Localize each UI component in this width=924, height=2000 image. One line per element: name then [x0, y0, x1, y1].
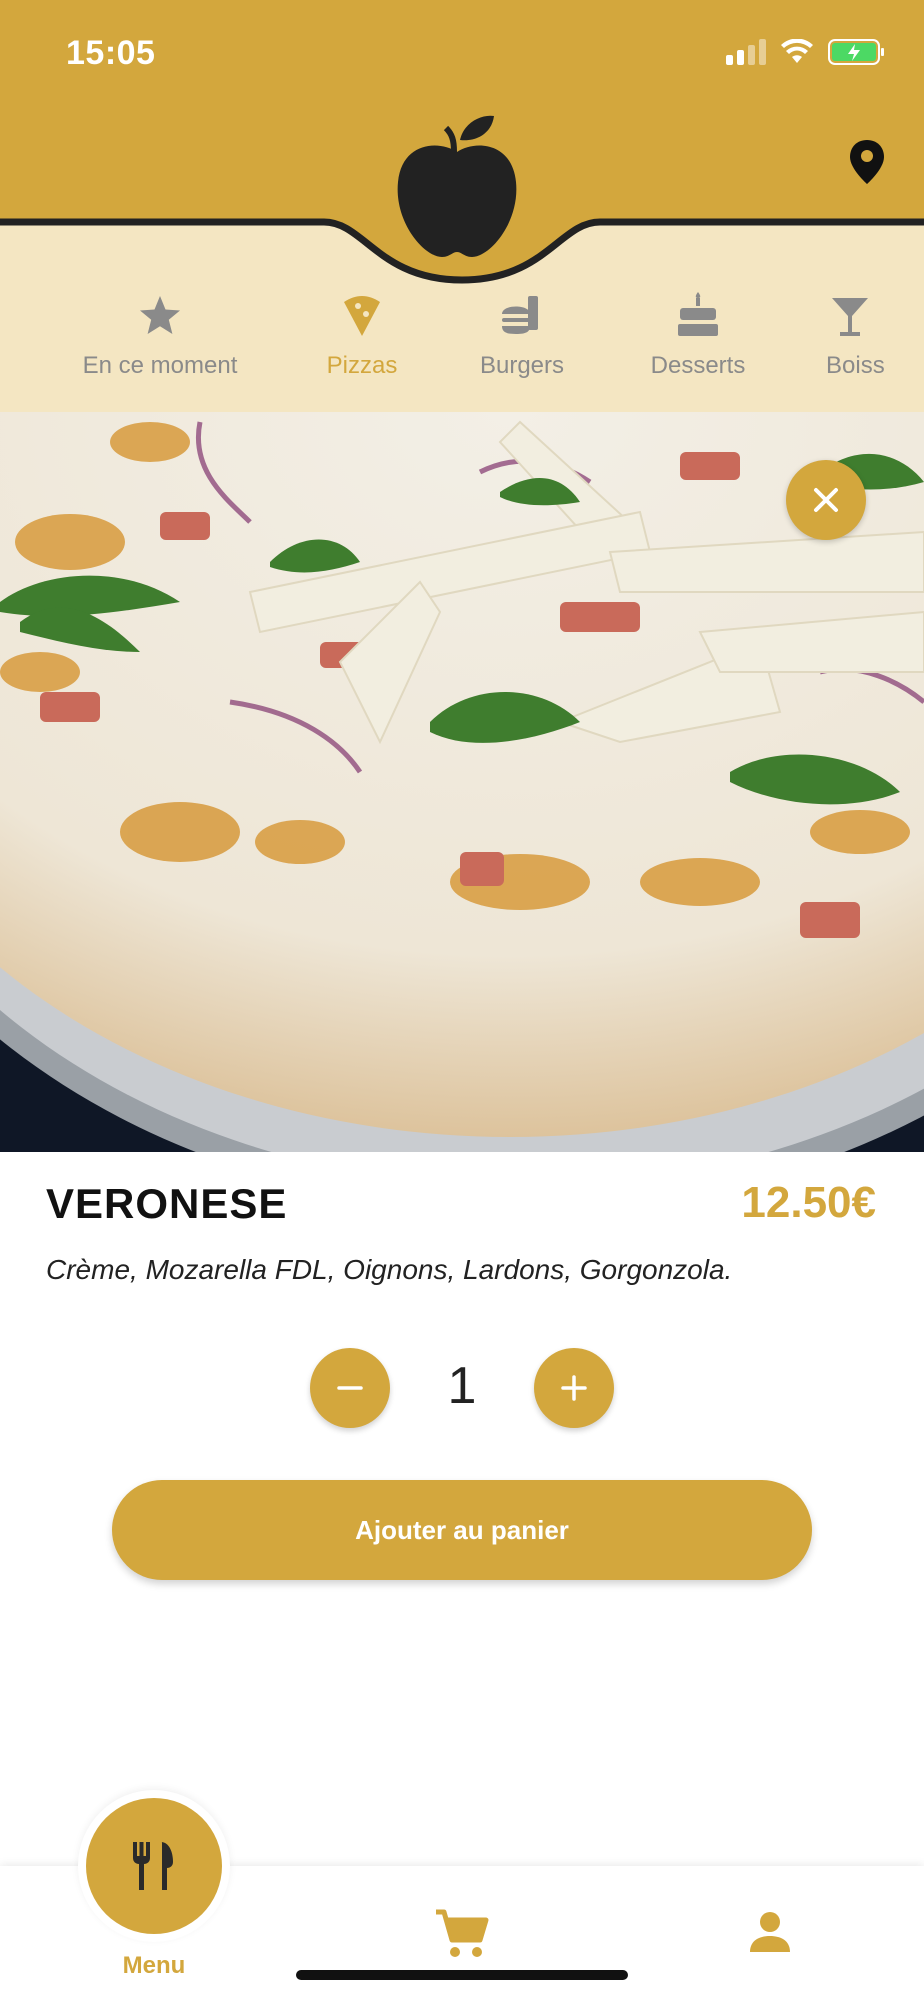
increase-quantity-button[interactable]: [534, 1348, 614, 1428]
wifi-icon: [781, 39, 813, 63]
tab-desserts[interactable]: Desserts: [598, 292, 798, 380]
cutlery-icon: [133, 1842, 173, 1890]
tab-label: Boiss: [826, 352, 885, 379]
burger-icon: [502, 296, 538, 334]
plus-icon: [561, 1375, 587, 1401]
star-icon: [140, 296, 180, 334]
pizza-photo: [0, 412, 924, 1152]
map-pin-icon[interactable]: [848, 138, 886, 186]
cake-icon: [678, 292, 718, 336]
home-indicator: [296, 1970, 628, 1980]
status-time: 15:05: [66, 34, 156, 72]
product-image: [0, 412, 924, 1152]
tab-label: Desserts: [650, 352, 746, 379]
quantity-stepper: 1: [310, 1348, 614, 1428]
cart-icon[interactable]: [434, 1908, 490, 1960]
nav-menu-button[interactable]: [86, 1798, 222, 1934]
tab-en-ce-moment[interactable]: En ce moment: [60, 292, 260, 380]
tab-label: Burgers: [479, 352, 565, 379]
status-icons: [726, 38, 886, 66]
pizza-slice-icon: [344, 296, 380, 336]
nav-menu-label: Menu: [122, 1952, 186, 1979]
product-price: 12.50€: [741, 1178, 876, 1227]
tab-burgers[interactable]: Burgers: [422, 292, 622, 380]
product-description: Crème, Mozarella FDL, Oignons, Lardons, …: [46, 1254, 733, 1285]
minus-icon: [337, 1386, 363, 1390]
cocktail-icon: [832, 298, 868, 336]
category-tabs: En ce moment Pizzas Burgers Desserts Boi…: [0, 292, 924, 412]
product-name: VERONESE: [46, 1180, 288, 1227]
battery-icon: [828, 39, 884, 65]
close-icon: [814, 488, 838, 512]
user-icon[interactable]: [748, 1910, 792, 1954]
close-button[interactable]: [786, 460, 866, 540]
quantity-value: 1: [447, 1357, 477, 1415]
signal-icon: [726, 39, 766, 65]
apple-logo-icon[interactable]: [394, 112, 520, 262]
tab-label: En ce moment: [82, 352, 238, 379]
tab-label: Pizzas: [326, 352, 398, 379]
tab-boissons[interactable]: Boiss: [778, 292, 924, 380]
decrease-quantity-button[interactable]: [310, 1348, 390, 1428]
add-to-cart-button[interactable]: Ajouter au panier: [112, 1480, 812, 1580]
